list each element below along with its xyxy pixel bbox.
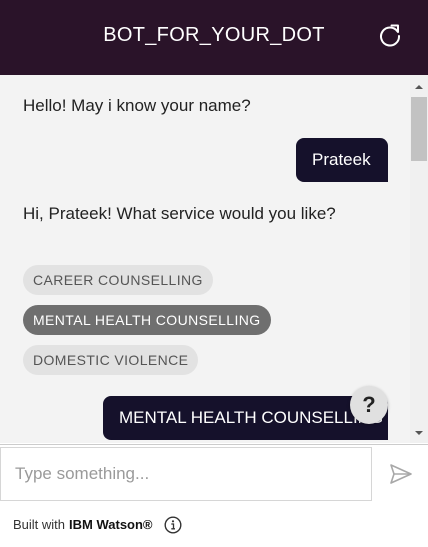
help-button[interactable]: ? — [350, 386, 388, 424]
send-icon[interactable] — [373, 447, 428, 501]
info-icon[interactable] — [164, 515, 182, 534]
scroll-thumb[interactable] — [411, 97, 427, 161]
built-with-label: Built with — [13, 517, 66, 532]
user-message-text: MENTAL HEALTH COUNSELLING — [119, 408, 384, 427]
refresh-icon[interactable] — [374, 19, 406, 51]
message-scrollbar[interactable] — [410, 75, 428, 443]
scroll-down-arrow-icon[interactable] — [410, 425, 428, 441]
message-list: Hello! May i know your name? Prateek Hi,… — [0, 75, 428, 443]
user-message-text: Prateek — [312, 150, 371, 169]
message-input[interactable] — [0, 447, 372, 501]
option-career-counselling[interactable]: CAREER COUNSELLING — [23, 265, 213, 295]
ibm-watson-brand: IBM Watson® — [69, 517, 153, 532]
option-mental-health-counselling[interactable]: MENTAL HEALTH COUNSELLING — [23, 305, 271, 335]
scroll-up-arrow-icon[interactable] — [410, 79, 428, 95]
user-message-service: MENTAL HEALTH COUNSELLING — [103, 396, 388, 440]
bot-message-service-prompt: Hi, Prateek! What service would you like… — [23, 204, 336, 223]
footer: Built with IBM Watson® — [0, 502, 428, 547]
header-title: BOT_FOR_YOUR_DOT — [103, 24, 325, 46]
input-area — [0, 444, 428, 502]
chat-header: BOT_FOR_YOUR_DOT — [0, 0, 428, 75]
bot-message-greeting: Hello! May i know your name? — [23, 96, 251, 115]
option-domestic-violence[interactable]: DOMESTIC VIOLENCE — [23, 345, 199, 375]
user-message-name: Prateek — [296, 138, 388, 182]
